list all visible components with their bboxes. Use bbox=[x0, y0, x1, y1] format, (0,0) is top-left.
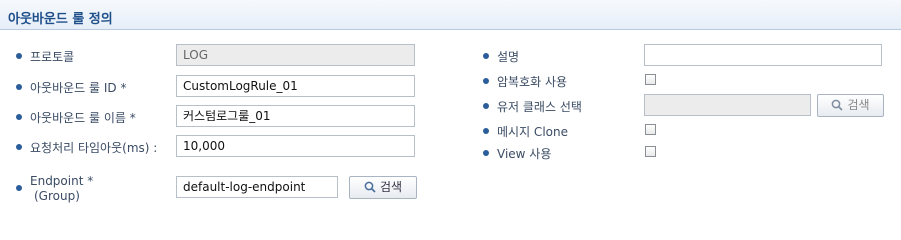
description-row: 설명 bbox=[483, 44, 643, 68]
rule-id-label: 아웃바운드 룰 ID * bbox=[30, 81, 127, 95]
message-clone-label: 메시지 Clone bbox=[497, 125, 568, 139]
view-use-row: View 사용 bbox=[483, 141, 643, 165]
encryption-label: 암복호화 사용 bbox=[497, 75, 568, 89]
user-class-field bbox=[644, 94, 811, 116]
endpoint-input[interactable]: default-log-endpoint bbox=[176, 176, 338, 198]
view-use-checkbox[interactable] bbox=[645, 146, 656, 157]
rule-name-input[interactable]: 커스텀로그룰_01 bbox=[176, 105, 415, 127]
description-input[interactable] bbox=[644, 44, 882, 66]
view-use-label: View 사용 bbox=[497, 147, 552, 161]
bullet-icon bbox=[483, 103, 489, 109]
timeout-label: 요청처리 타임아웃(ms) : bbox=[30, 141, 158, 155]
section-header: 아웃바운드 룰 정의 bbox=[0, 0, 901, 30]
endpoint-search-button[interactable]: 검색 bbox=[349, 176, 417, 199]
timeout-input[interactable]: 10,000 bbox=[176, 135, 415, 157]
endpoint-row: Endpoint * (Group) bbox=[16, 174, 176, 203]
bullet-icon bbox=[483, 78, 489, 84]
protocol-label: 프로토콜 bbox=[30, 50, 75, 64]
user-class-search-button[interactable]: 검색 bbox=[817, 94, 884, 117]
encryption-row: 암복호화 사용 bbox=[483, 69, 643, 93]
search-icon bbox=[364, 181, 376, 193]
search-icon bbox=[832, 99, 844, 111]
bullet-icon bbox=[16, 185, 22, 191]
user-class-search-label: 검색 bbox=[847, 98, 870, 112]
endpoint-label-line2: (Group) bbox=[34, 189, 80, 203]
bullet-icon bbox=[16, 84, 22, 90]
bullet-icon bbox=[483, 53, 489, 59]
user-class-label: 유저 클래스 선택 bbox=[497, 100, 582, 114]
description-label: 설명 bbox=[497, 50, 520, 64]
bullet-icon bbox=[483, 128, 489, 134]
message-clone-row: 메시지 Clone bbox=[483, 119, 643, 143]
protocol-field: LOG bbox=[176, 44, 415, 66]
user-class-row: 유저 클래스 선택 bbox=[483, 94, 643, 118]
endpoint-search-label: 검색 bbox=[379, 180, 403, 194]
section-title: 아웃바운드 룰 정의 bbox=[8, 12, 113, 27]
rule-id-input[interactable]: CustomLogRule_01 bbox=[176, 75, 415, 97]
endpoint-label: Endpoint * (Group) bbox=[30, 174, 93, 204]
encryption-checkbox[interactable] bbox=[645, 74, 656, 85]
endpoint-label-line1: Endpoint * bbox=[30, 174, 94, 188]
bullet-icon bbox=[16, 114, 22, 120]
bullet-icon bbox=[483, 150, 489, 156]
message-clone-checkbox[interactable] bbox=[645, 124, 656, 135]
bullet-icon bbox=[16, 144, 22, 150]
bullet-icon bbox=[16, 53, 22, 59]
rule-name-label: 아웃바운드 룰 이름 * bbox=[30, 111, 136, 125]
